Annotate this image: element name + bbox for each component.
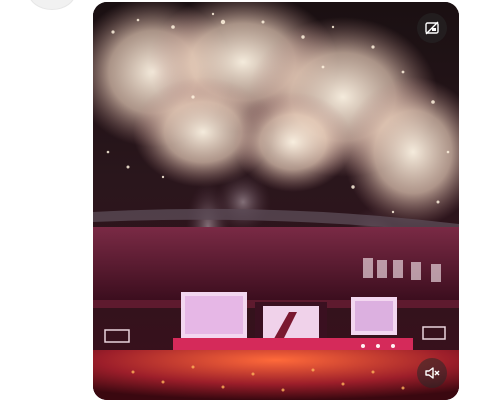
- video-player[interactable]: [93, 2, 459, 400]
- picture-in-picture-off-icon: [425, 21, 439, 35]
- volume-muted-icon: [425, 367, 440, 379]
- unmute-button[interactable]: [417, 358, 447, 388]
- picture-in-picture-off-button[interactable]: [417, 13, 447, 43]
- avatar: [28, 0, 76, 10]
- video-frame: [93, 2, 459, 400]
